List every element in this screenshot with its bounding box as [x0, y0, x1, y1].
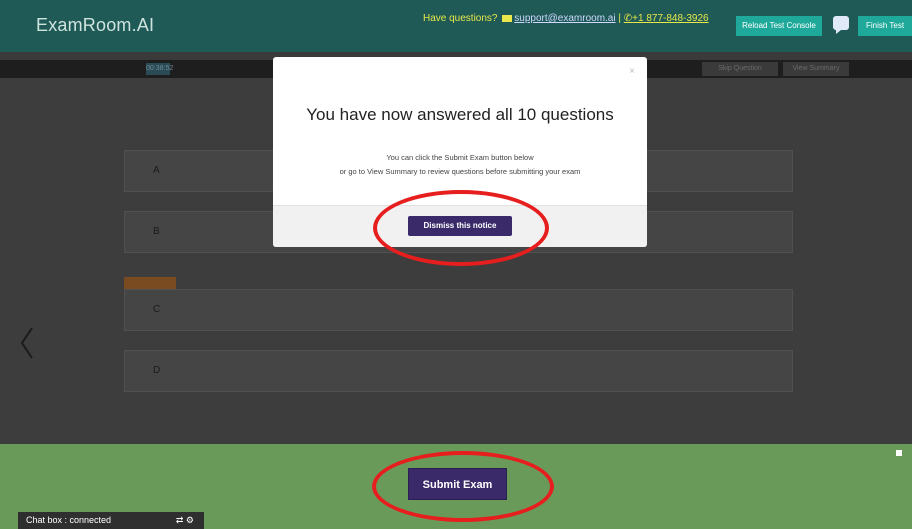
- option-letter: D: [153, 365, 161, 376]
- contact-info: Have questions? support@examroom.ai | ✆+…: [423, 13, 709, 24]
- questions-label: Have questions?: [423, 13, 498, 24]
- option-letter: C: [153, 304, 161, 315]
- support-email-link[interactable]: support@examroom.ai: [514, 13, 615, 24]
- skip-question-button[interactable]: Skip Question: [702, 62, 778, 76]
- close-icon[interactable]: ×: [629, 66, 635, 77]
- mail-icon: [502, 14, 513, 22]
- option-letter: A: [153, 165, 160, 176]
- phone-number: +1 877-848-3926: [632, 13, 709, 24]
- reload-test-console-button[interactable]: Reload Test Console: [736, 16, 822, 36]
- finish-test-button[interactable]: Finish Test: [858, 16, 912, 36]
- highlight-ring-dismiss: [373, 190, 549, 266]
- gear-icon[interactable]: ⚙: [186, 515, 194, 525]
- highlight-ring-submit: [372, 451, 554, 522]
- support-phone-link[interactable]: ✆+1 877-848-3926: [624, 13, 709, 24]
- chat-box-controls: ⇄ ⚙: [176, 512, 194, 529]
- separator: |: [618, 13, 621, 24]
- app-header: ExamRoom.AI Have questions? support@exam…: [0, 0, 912, 52]
- brand-logo: ExamRoom.AI: [36, 15, 155, 35]
- exam-page: ExamRoom.AI Have questions? support@exam…: [0, 0, 912, 529]
- selected-answer-tag: [124, 277, 176, 289]
- chevron-left-icon[interactable]: [20, 326, 34, 360]
- modal-message-line-2: or go to View Summary to review question…: [339, 167, 581, 176]
- view-summary-button[interactable]: View Summary: [783, 62, 849, 76]
- chat-bubble-icon[interactable]: [833, 16, 849, 34]
- chat-box-status: Chat box : connected: [26, 515, 112, 525]
- option-letter: B: [153, 226, 160, 237]
- modal-message-line-1: You can click the Submit Exam button bel…: [386, 153, 534, 162]
- exam-timer: 00:38:52: [146, 63, 173, 75]
- answer-option-d[interactable]: D: [124, 350, 793, 392]
- chat-box-bar[interactable]: Chat box : connected ⇄ ⚙: [18, 512, 204, 529]
- answer-option-c[interactable]: C: [124, 289, 793, 331]
- footer-marker: [896, 450, 902, 456]
- phone-icon: ✆: [623, 13, 633, 24]
- modal-title: You have now answered all 10 questions: [306, 105, 614, 124]
- swap-icon[interactable]: ⇄: [176, 515, 184, 525]
